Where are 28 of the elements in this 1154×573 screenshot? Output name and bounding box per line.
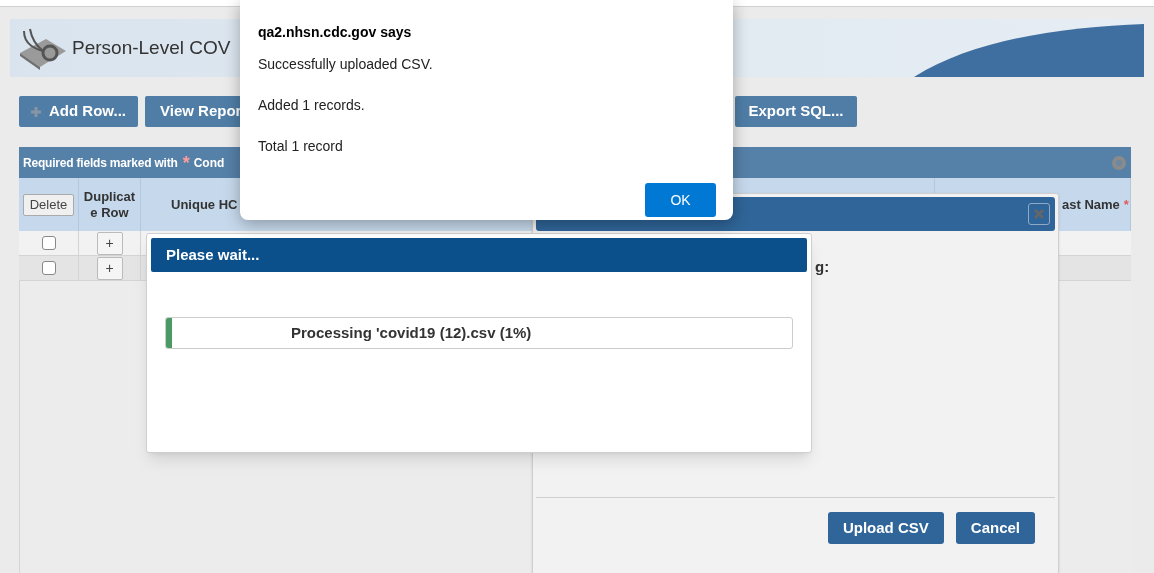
close-button[interactable] — [1028, 203, 1050, 225]
dialog-text: g: — [815, 258, 830, 275]
duplicate-button[interactable]: + — [96, 256, 123, 280]
upload-button[interactable]: Upload CSV — [827, 512, 944, 544]
alert-title: qa2.nhsn.cdc.gov says — [258, 23, 413, 42]
duplicate-button[interactable]: + — [96, 231, 123, 255]
column-header: Duplicat e Row — [83, 188, 136, 221]
dialog-title: Please wait... — [166, 244, 260, 265]
required-asterisk: * — [182, 153, 190, 172]
page-title: Person-Level COV — [72, 35, 231, 60]
column-header: ast Name — [1062, 196, 1120, 213]
progress-text: Processing 'covid19 (12).csv (1%) — [291, 322, 532, 343]
plus-icon — [31, 106, 42, 117]
column-header: Unique HC — [171, 196, 238, 213]
toolbar-button[interactable]: Export SQL... — [735, 96, 857, 127]
alert-message: Successfully uploaded CSV. — [258, 55, 434, 74]
row-checkbox[interactable] — [41, 236, 56, 250]
close-icon — [1034, 209, 1044, 219]
toolbar-button[interactable]: Add Row... — [19, 96, 138, 127]
delete-button[interactable]: Delete — [22, 193, 75, 216]
cancel-button[interactable]: Cancel — [955, 512, 1035, 544]
required-asterisk: * — [1123, 196, 1129, 213]
notice-text: Cond — [193, 154, 225, 172]
row-checkbox[interactable] — [41, 261, 56, 275]
gear-icon — [1111, 154, 1127, 171]
required-notice: Required fields marked with — [23, 154, 178, 172]
ok-button[interactable]: OK — [645, 183, 716, 217]
alert-message: Total 1 record — [258, 137, 344, 156]
